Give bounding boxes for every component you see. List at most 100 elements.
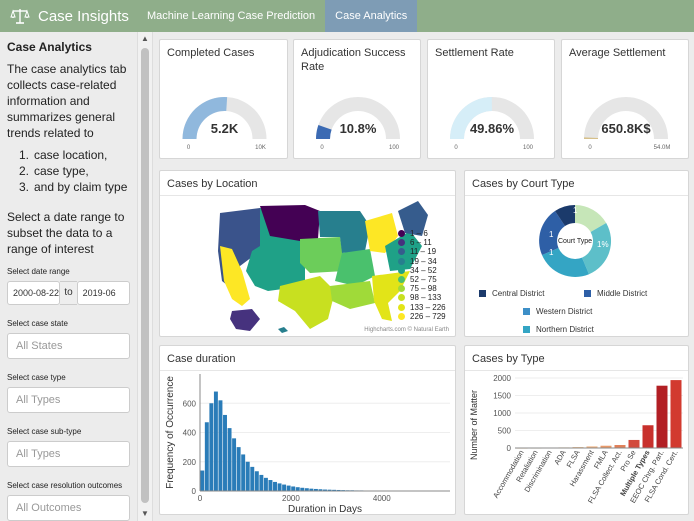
- scroll-up-icon[interactable]: ▲: [138, 32, 152, 46]
- legend-label: 1 – 6: [410, 229, 428, 239]
- legend-item[interactable]: 19 – 34: [398, 257, 446, 266]
- legend-label: Northern District: [536, 324, 594, 334]
- x-tick-label: 0: [198, 494, 203, 503]
- legend-swatch: [398, 248, 405, 256]
- type-bar-chart[interactable]: 0500100015002000AccommodationRetaliation…: [465, 366, 690, 514]
- histogram-bar: [291, 486, 296, 491]
- legend-swatch: [398, 266, 405, 274]
- legend-swatch: [523, 325, 530, 333]
- histogram-bar: [254, 471, 259, 491]
- sidebar-list: 1. case location, 2. case type, 3. and by c…: [7, 147, 130, 195]
- legend-label: 52 – 75: [410, 275, 437, 285]
- legend-item[interactable]: 52 – 75: [398, 275, 446, 284]
- brand-title: Case Insights: [38, 7, 129, 25]
- histogram-bar: [277, 483, 282, 491]
- y-tick-label: 1000: [493, 409, 511, 418]
- gauge-min-label: 0: [588, 145, 592, 151]
- legend-swatch: [398, 294, 405, 302]
- histogram-bar: [250, 466, 255, 491]
- y-tick-label: 0: [507, 444, 512, 453]
- legend-swatch: [398, 303, 405, 311]
- gauge-value: 650.8K$: [601, 121, 651, 136]
- legend-item[interactable]: Middle District: [584, 284, 684, 302]
- location-card: Cases by Location 1 – 66 – 11 11 – 19 19 –…: [159, 170, 456, 337]
- histogram-bar: [200, 470, 205, 491]
- type-select[interactable]: All Types: [7, 387, 130, 413]
- list-number: 2.: [19, 164, 30, 178]
- date-start-input[interactable]: 2000-08-22: [7, 281, 61, 305]
- gauge-max-label: 100: [389, 145, 400, 151]
- court-donut-chart[interactable]: 1 1 1 1% Court Type: [525, 201, 625, 281]
- gauge-min-label: 0: [454, 145, 458, 151]
- card-title: Settlement Rate: [435, 47, 514, 59]
- court-type-card: Cases by Court Type 1 1 1 1% Court Type …: [464, 170, 689, 337]
- sidebar-title: Case Analytics: [7, 40, 92, 54]
- subtype-label: Select case sub-type: [7, 427, 82, 436]
- gauge-completed: 5.2K 0 10K: [182, 97, 267, 151]
- brand[interactable]: Case Insights: [0, 7, 137, 25]
- outcome-select[interactable]: All Outcomes: [7, 495, 130, 521]
- histogram-bar: [295, 487, 300, 491]
- histogram-bar: [218, 400, 223, 491]
- date-range: 2000-08-22 to 2019-06: [7, 281, 131, 305]
- legend-item[interactable]: 226 – 729: [398, 312, 446, 321]
- legend-label: 98 – 133: [410, 293, 442, 303]
- legend-item[interactable]: 34 – 52: [398, 266, 446, 275]
- legend-swatch: [479, 289, 486, 297]
- list-text: case type,: [34, 164, 89, 178]
- map-region-hawaii: [278, 327, 288, 333]
- histogram-bar: [209, 403, 214, 491]
- legend-label: Middle District: [597, 288, 648, 298]
- y-axis-title: Number of Matter: [469, 390, 479, 460]
- legend-item[interactable]: 6 – 11: [398, 238, 446, 247]
- map-region-alaska: [230, 309, 260, 331]
- card-title: Completed Cases: [167, 47, 255, 59]
- histogram-bar: [204, 422, 209, 491]
- scroll-thumb[interactable]: [141, 48, 149, 503]
- card-title: Average Settlement: [569, 47, 666, 59]
- date-end-input[interactable]: 2019-06: [76, 281, 131, 305]
- state-label: Select case state: [7, 319, 68, 328]
- legend-item[interactable]: 1 – 6: [398, 229, 446, 238]
- list-item: 3. and by claim type: [19, 179, 130, 195]
- gauge-settlement-rate: 49.86% 0 100: [450, 97, 534, 151]
- legend-label: 226 – 729: [410, 311, 446, 321]
- gauge-card-average-settlement: Average Settlement 650.8K$ 0 54.0M: [561, 39, 689, 159]
- state-select[interactable]: All States: [7, 333, 130, 359]
- gauge-card-adjudication: Adjudication Success Rate 10.8% 0 100: [293, 39, 421, 159]
- legend-swatch: [398, 230, 405, 238]
- gauge-value: 49.86%: [470, 121, 515, 136]
- histogram-bar: [232, 438, 237, 491]
- subtype-select[interactable]: All Types: [7, 441, 130, 467]
- legend-item[interactable]: 98 – 133: [398, 293, 446, 302]
- legend-item[interactable]: 133 – 226: [398, 303, 446, 312]
- histogram-bar: [227, 428, 232, 491]
- tab-ml-prediction[interactable]: Machine Learning Case Prediction: [137, 0, 325, 32]
- legend-swatch: [398, 276, 405, 284]
- gauge-card-completed: Completed Cases 5.2K 0 10K: [159, 39, 288, 159]
- legend-item[interactable]: Central District: [479, 284, 584, 302]
- legend-swatch: [398, 312, 405, 320]
- type-bar: [628, 439, 640, 448]
- y-tick-label: 500: [498, 427, 512, 436]
- donut-label: 1%: [597, 240, 609, 249]
- legend-item[interactable]: 11 – 19: [398, 247, 446, 256]
- y-tick-label: 2000: [493, 374, 511, 383]
- duration-histogram[interactable]: 0 200 400 600 0 2000 4000 Duration in Days Frequ…: [160, 366, 457, 514]
- tab-case-analytics[interactable]: Case Analytics: [325, 0, 418, 32]
- scroll-down-icon[interactable]: ▼: [138, 507, 152, 521]
- legend-item[interactable]: Western District: [479, 302, 679, 320]
- sidebar-scrollbar[interactable]: ▲ ▼: [137, 32, 153, 521]
- legend-label: 75 – 98: [410, 284, 437, 294]
- map-credit: Highcharts.com © Natural Earth: [364, 327, 449, 333]
- sidebar-intro: The case analytics tab collects case-rel…: [7, 62, 127, 140]
- sidebar: Case Analytics The case analytics tab co…: [0, 32, 137, 521]
- gauge-max-label: 100: [523, 145, 534, 151]
- map-region-plains: [300, 237, 345, 273]
- legend-label: 133 – 226: [410, 302, 446, 312]
- legend-item[interactable]: Northern District: [479, 320, 679, 338]
- y-tick-label: 0: [192, 487, 197, 496]
- legend-item[interactable]: 75 – 98: [398, 284, 446, 293]
- y-tick-label: 200: [183, 458, 197, 467]
- court-legend: Central District Middle District Western…: [479, 284, 689, 338]
